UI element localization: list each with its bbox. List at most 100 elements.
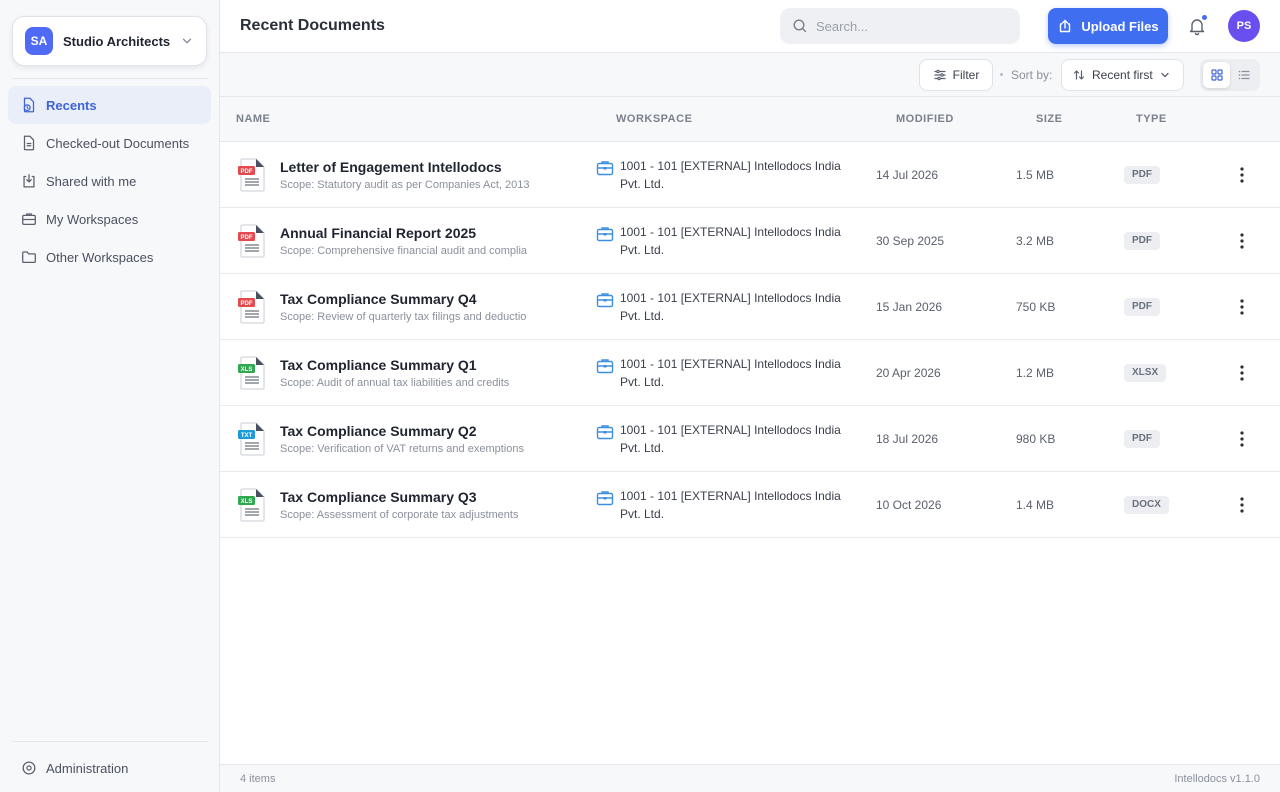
file-size: 1.4 MB [1016,498,1055,512]
kebab-menu-icon [1240,431,1244,447]
column-header-name[interactable]: NAME [236,113,270,125]
sidebar-item-label: Recents [46,97,97,113]
row-actions-button[interactable] [1232,297,1252,317]
document-scope: Scope: Comprehensive financial audit and… [280,245,528,257]
document-title[interactable]: Tax Compliance Summary Q4 [280,291,477,307]
modified-date: 20 Apr 2026 [876,366,941,380]
kebab-menu-icon [1240,299,1244,315]
briefcase-icon [22,213,36,226]
document-title[interactable]: Tax Compliance Summary Q1 [280,357,477,373]
type-badge: DOCX [1124,496,1169,514]
chevron-down-icon [1161,72,1169,78]
row-actions-button[interactable] [1232,231,1252,251]
grid-view-button[interactable] [1203,62,1230,88]
table-row[interactable]: XLS Tax Compliance Summary Q3 Scope: Ass… [220,472,1280,538]
documents-table: PDF Letter of Engagement Intellodocs Sco… [220,142,1280,538]
kebab-menu-icon [1240,167,1244,183]
file-size: 1.2 MB [1016,366,1055,380]
document-scope: Scope: Verification of VAT returns and e… [280,443,524,455]
briefcase-icon [596,491,614,506]
search-icon [793,19,807,33]
kebab-menu-icon [1240,233,1244,249]
workspace-name: 1001 - 101 [EXTERNAL] Intellodocs India … [620,291,841,323]
filter-button[interactable]: Filter [919,59,993,91]
column-header-modified[interactable]: MODIFIED [896,113,954,125]
user-avatar[interactable]: PS [1228,10,1260,42]
table-row[interactable]: XLS Tax Compliance Summary Q1 Scope: Aud… [220,340,1280,406]
list-icon [1238,70,1250,80]
settings-icon [22,761,36,775]
type-badge: PDF [1124,430,1160,448]
file-size: 750 KB [1016,300,1056,314]
pdf-file-icon: PDF [238,224,265,258]
document-title[interactable]: Tax Compliance Summary Q3 [280,489,477,505]
column-header-size[interactable]: SIZE [1036,113,1062,125]
table-header: NAME WORKSPACE MODIFIED SIZE TYPE [220,97,1280,142]
sidebar-item-recents[interactable]: Recents [8,86,211,124]
item-count: 4 items [240,773,276,785]
toolbar-separator [1000,73,1003,76]
workspace-name: 1001 - 101 [EXTERNAL] Intellodocs India … [620,357,841,389]
upload-icon [1060,19,1071,33]
sidebar-item-shared[interactable]: Shared with me [8,162,211,200]
table-row[interactable]: TXT Tax Compliance Summary Q2 Scope: Ver… [220,406,1280,472]
workspace-name: 1001 - 101 [EXTERNAL] Intellodocs India … [620,225,841,257]
spreadsheet-file-icon: XLS [238,356,265,390]
file-type-tag: XLS [241,499,253,505]
recent-file-icon [23,97,35,113]
sidebar-item-checked-out[interactable]: Checked-out Documents [8,124,211,162]
document-scope: Scope: Assessment of corporate tax adjus… [280,509,519,521]
row-actions-button[interactable] [1232,429,1252,449]
sort-arrows-icon [1073,70,1085,80]
document-scope: Scope: Review of quarterly tax filings a… [280,311,527,323]
table-row[interactable]: PDF Tax Compliance Summary Q4 Scope: Rev… [220,274,1280,340]
filter-sliders-icon [934,69,946,81]
sidebar-divider [12,78,208,79]
notifications-button[interactable] [1186,14,1208,37]
pdf-file-icon: PDF [238,158,265,192]
column-header-type[interactable]: TYPE [1136,113,1167,125]
sidebar-item-label: Other Workspaces [46,249,154,265]
document-title[interactable]: Annual Financial Report 2025 [280,225,476,241]
row-actions-button[interactable] [1232,363,1252,383]
sidebar-nav: Recents Checked-out Documents Shared wit… [8,86,211,276]
search-box[interactable] [780,8,1020,44]
org-name: Studio Architects [63,33,171,49]
workspace-name: 1001 - 101 [EXTERNAL] Intellodocs India … [620,489,841,521]
kebab-menu-icon [1240,497,1244,513]
sort-value: Recent first [1092,68,1153,82]
sidebar-item-administration[interactable]: Administration [8,750,211,786]
table-row[interactable]: PDF Letter of Engagement Intellodocs Sco… [220,142,1280,208]
app-version: Intellodocs v1.1.0 [1174,773,1260,785]
upload-files-button[interactable]: Upload Files [1048,8,1168,44]
sidebar-item-other-workspaces[interactable]: Other Workspaces [8,238,211,276]
column-header-workspace[interactable]: WORKSPACE [616,113,692,125]
row-actions-button[interactable] [1232,495,1252,515]
status-footer: 4 items Intellodocs v1.1.0 [220,764,1280,792]
org-switcher[interactable]: SA Studio Architects [12,16,207,66]
search-input[interactable] [816,18,1006,34]
document-title[interactable]: Tax Compliance Summary Q2 [280,423,477,439]
list-view-button[interactable] [1230,62,1257,88]
top-header: Recent Documents Upload Files PS [220,0,1280,53]
sort-by-label: Sort by: [1011,68,1053,82]
table-row[interactable]: PDF Annual Financial Report 2025 Scope: … [220,208,1280,274]
workspace-name: 1001 - 101 [EXTERNAL] Intellodocs India … [620,423,841,455]
spreadsheet-file-icon: XLS [238,488,265,522]
sidebar-item-label: Shared with me [46,173,137,189]
page-title: Recent Documents [240,17,385,34]
type-badge: XLSX [1124,364,1167,382]
kebab-menu-icon [1240,365,1244,381]
briefcase-icon [596,293,614,308]
document-title[interactable]: Letter of Engagement Intellodocs [280,159,502,175]
view-toggle [1200,59,1260,91]
sidebar-item-my-workspaces[interactable]: My Workspaces [8,200,211,238]
modified-date: 10 Oct 2026 [876,498,942,512]
file-type-tag: PDF [241,301,253,307]
modified-date: 14 Jul 2026 [876,168,939,182]
modified-date: 18 Jul 2026 [876,432,939,446]
type-badge: PDF [1124,166,1160,184]
sort-dropdown[interactable]: Recent first [1061,59,1184,91]
row-actions-button[interactable] [1232,165,1252,185]
org-avatar: SA [25,27,53,55]
